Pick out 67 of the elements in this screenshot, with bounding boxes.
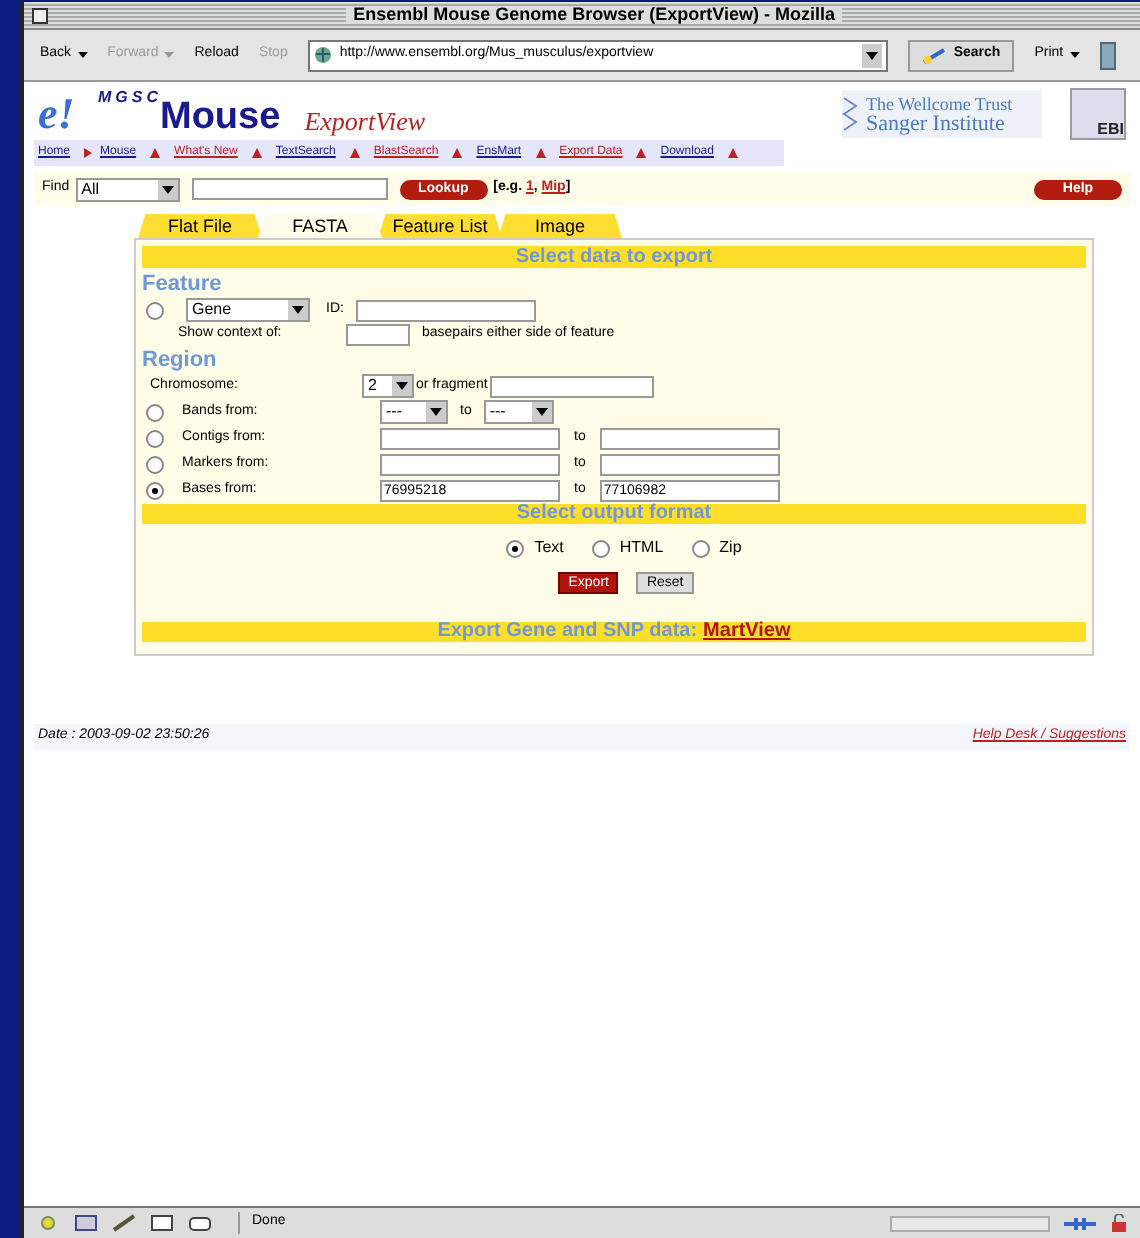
tab[interactable]: Feature List — [378, 214, 502, 238]
section-heading: Select data to export — [142, 246, 1086, 268]
range-end-field[interactable] — [599, 427, 780, 449]
sponsor-name: The Wellcome Trust — [866, 93, 1013, 113]
chromosome-select[interactable]: 2 — [362, 374, 414, 398]
range-start-field[interactable] — [380, 427, 560, 449]
ensembl-logo: e! — [38, 91, 77, 135]
radio-button[interactable] — [691, 539, 710, 557]
tab[interactable]: Image — [498, 214, 622, 238]
triangle-icon — [636, 148, 647, 158]
mart-text: Export Gene and SNP data: — [437, 622, 698, 642]
dropdown-arrow-icon — [396, 382, 408, 390]
org-label: MGSC — [98, 86, 162, 110]
search-icon — [921, 47, 946, 63]
radio-button[interactable] — [146, 481, 164, 499]
triangle-icon — [150, 148, 161, 158]
id-field[interactable] — [355, 299, 536, 321]
triangle-icon — [727, 148, 738, 158]
sidebar-toggle-icon[interactable] — [1099, 41, 1116, 69]
triangle-icon — [535, 148, 546, 158]
arrow-right-icon — [84, 148, 93, 158]
ebi-logo: EBI — [1070, 87, 1126, 139]
tab[interactable]: FASTA — [258, 214, 382, 238]
format-label: Zip — [719, 536, 742, 560]
range-end-field[interactable] — [599, 453, 780, 475]
dropdown-arrow-icon — [292, 306, 304, 314]
radio-button[interactable] — [146, 429, 164, 447]
feature-type-select[interactable]: Gene — [186, 298, 310, 322]
feature-heading: Feature — [142, 274, 224, 296]
find-field[interactable] — [191, 178, 388, 200]
fragment-field[interactable] — [489, 375, 654, 397]
martview-link[interactable]: MartView — [703, 622, 791, 642]
tab[interactable]: Flat File — [138, 214, 262, 238]
radio-button[interactable] — [146, 403, 164, 421]
window-title: Ensembl Mouse Genome Browser (ExportView) - Mozilla — [345, 6, 843, 24]
sun-icon[interactable] — [36, 1214, 60, 1232]
dropdown-arrow-icon — [865, 51, 878, 59]
radio-button[interactable] — [146, 301, 164, 319]
band-select[interactable]: --- — [380, 400, 448, 424]
region-heading: Region — [142, 350, 219, 372]
helix-icon — [842, 95, 858, 131]
format-label: HTML — [619, 536, 664, 560]
window-menu-icon[interactable] — [32, 7, 48, 23]
triangle-icon — [251, 148, 262, 158]
band-select[interactable]: --- — [483, 400, 554, 424]
dropdown-arrow-icon — [535, 408, 548, 416]
view-title: ExportView — [304, 103, 426, 140]
pen-icon[interactable] — [112, 1214, 136, 1232]
dropdown-arrow-icon — [161, 185, 174, 193]
radio-button[interactable] — [591, 539, 610, 557]
species-title: Mouse — [160, 98, 281, 136]
lock-icon — [1110, 1214, 1128, 1232]
plug-icon — [1064, 1215, 1096, 1231]
section-heading: Select output format — [142, 504, 1086, 524]
triangle-icon — [349, 148, 360, 158]
dropdown-arrow-icon — [430, 408, 442, 416]
caret-icon — [1069, 52, 1080, 58]
context-field[interactable] — [346, 324, 410, 346]
radio-button[interactable] — [146, 455, 164, 473]
sponsor-name: Sanger Institute — [866, 113, 1007, 133]
range-start-field[interactable] — [380, 453, 560, 475]
triangle-icon — [452, 148, 463, 158]
mail-icon[interactable] — [74, 1214, 98, 1232]
radio-button[interactable] — [506, 539, 525, 557]
globe-icon — [313, 46, 332, 64]
scope-select[interactable]: All — [75, 177, 180, 201]
format-label: Text — [534, 536, 564, 560]
